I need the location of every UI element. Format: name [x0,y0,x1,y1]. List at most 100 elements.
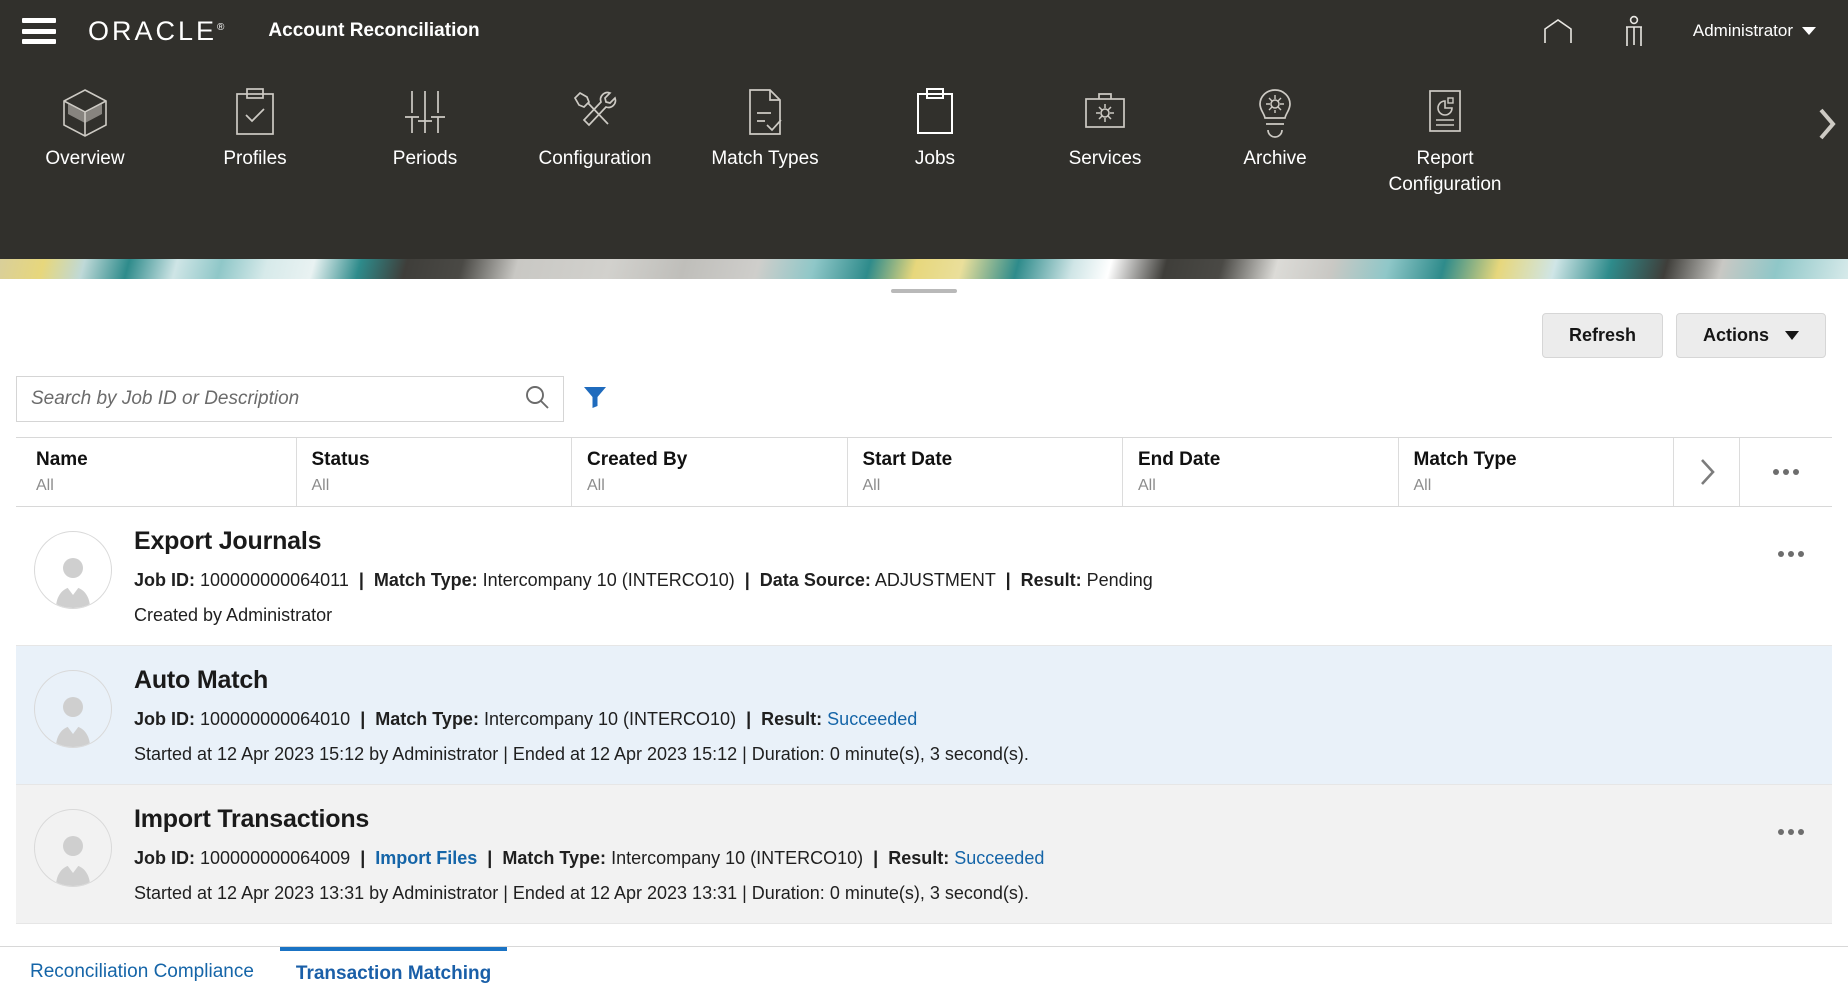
avatar [34,531,112,609]
search-icon[interactable] [523,383,551,416]
nav-label: Periods [392,148,458,169]
bottom-tab-bar: Reconciliation Compliance Transaction Ma… [0,946,1848,996]
nav-item-configuration[interactable]: Configuration [510,80,680,172]
job-info: Import Transactions Job ID: 100000000064… [134,803,1832,905]
tab-transaction-matching[interactable]: Transaction Matching [279,946,508,996]
row-overflow-menu-icon[interactable] [1778,551,1804,557]
column-filter-value[interactable]: All [312,477,572,495]
accessibility-person-icon[interactable] [1617,14,1651,48]
match-type-label: Match Type: [502,848,607,868]
data-source-label: Data Source: [759,570,871,590]
decorative-banner-strip [0,259,1848,279]
job-id-value: 100000000064011 [200,570,349,590]
nav-next-chevron-right-icon[interactable] [1814,104,1840,149]
job-sub: Started at 12 Apr 2023 13:31 by Administ… [134,883,1029,903]
nav-label: Profiles [223,148,287,169]
match-type-label: Match Type: [373,570,478,590]
chevron-down-icon [1802,27,1816,35]
job-row[interactable]: Export Journals Job ID: 100000000064011 … [16,507,1832,646]
column-label: Created By [587,449,688,470]
nav-label: Match Types [711,148,819,169]
column-header-status[interactable]: Status All [297,438,572,506]
meta-separator: | [355,709,371,729]
caret-down-icon [1785,330,1799,340]
actions-label: Actions [1702,324,1769,345]
search-row [0,365,1848,427]
filter-funnel-icon[interactable] [582,384,608,415]
column-filter-value[interactable]: All [1138,477,1398,495]
meta-separator: | [739,570,755,590]
result-value-link[interactable]: Succeeded [827,709,917,729]
match-type-value: Intercompany 10 (INTERCO10) [611,848,864,868]
job-sub: Started at 12 Apr 2023 15:12 by Administ… [134,744,1029,764]
column-header-end-date[interactable]: End Date All [1123,438,1399,506]
search-input[interactable] [31,388,523,410]
result-label: Result: [1020,570,1082,590]
column-header-start-date[interactable]: Start Date All [848,438,1123,506]
oracle-logo: ORACLE [88,16,224,47]
column-header-created-by[interactable]: Created By All [572,438,848,506]
job-name: Export Journals [134,527,322,555]
column-header-match-type[interactable]: Match Type All [1399,438,1674,506]
column-label: Start Date [862,449,953,470]
row-overflow-menu-icon[interactable] [1778,829,1804,835]
job-row[interactable]: Import Transactions Job ID: 100000000064… [16,785,1832,924]
user-menu[interactable]: Administrator [1693,21,1816,41]
avatar [34,670,112,748]
job-name: Auto Match [134,666,269,694]
nav-item-periods[interactable]: Periods [340,80,510,172]
match-type-value: Intercompany 10 (INTERCO10) [482,570,735,590]
columns-expand-chevron-right-icon[interactable] [1674,438,1740,506]
column-filter-value[interactable]: All [863,477,1123,495]
column-header-name[interactable]: Name All [16,438,297,506]
nav-label: Archive [1243,148,1307,169]
job-info: Auto Match Job ID: 100000000064010 | Mat… [134,664,1832,766]
table-overflow-menu-icon[interactable] [1740,438,1832,506]
nav-item-match-types[interactable]: Match Types [680,80,850,172]
job-id-label: Job ID: [134,570,195,590]
nav-item-overview[interactable]: Overview [0,80,170,172]
primary-navigation: Overview Profiles Periods Configuration … [0,62,1848,259]
result-value-link[interactable]: Succeeded [954,848,1044,868]
refresh-button[interactable]: Refresh [1541,312,1663,358]
nav-item-jobs[interactable]: Jobs [850,80,1020,172]
result-value: Pending [1086,570,1153,590]
column-filter-value[interactable]: All [36,477,296,495]
jobs-table-header: Name All Status All Created By All Start… [16,437,1832,507]
column-filter-value[interactable]: All [587,477,847,495]
job-meta: Job ID: 100000000064010 | Match Type: In… [134,707,1832,731]
actions-button[interactable]: Actions [1675,312,1826,358]
meta-separator: | [482,848,498,868]
job-id-value: 100000000064009 [200,848,351,868]
tools-icon [570,80,620,146]
import-files-link[interactable]: Import Files [375,848,477,868]
job-row[interactable]: Auto Match Job ID: 100000000064010 | Mat… [16,646,1832,785]
column-filter-value[interactable]: All [1414,477,1674,495]
refresh-label: Refresh [1568,324,1636,345]
tab-label: Reconciliation Compliance [30,961,254,982]
briefcase-gear-icon [1081,80,1129,146]
nav-label: Jobs [914,148,956,169]
job-meta: Job ID: 100000000064009 | Import Files |… [134,846,1832,870]
home-icon[interactable] [1541,14,1575,48]
global-header: ORACLE Account Reconciliation Administra… [0,0,1848,62]
document-check-icon [742,80,788,146]
match-type-value: Intercompany 10 (INTERCO10) [483,709,737,729]
nav-label: Configuration [538,148,652,169]
search-box[interactable] [16,376,564,422]
clipboard-icon [912,80,958,146]
sliders-icon [402,80,448,146]
nav-item-profiles[interactable]: Profiles [170,80,340,172]
nav-item-services[interactable]: Services [1020,80,1190,172]
jobs-list: Export Journals Job ID: 100000000064011 … [16,507,1832,924]
data-source-value: ADJUSTMENT [874,570,996,590]
nav-label: Overview [45,148,125,169]
tab-reconciliation-compliance[interactable]: Reconciliation Compliance [14,947,270,996]
tab-label: Transaction Matching [295,962,492,984]
nav-item-report-configuration[interactable]: Report Configuration [1360,80,1530,198]
column-label: End Date [1138,449,1221,470]
result-label: Result: [888,848,950,868]
nav-item-archive[interactable]: Archive [1190,80,1360,172]
hamburger-menu-icon[interactable] [22,18,56,44]
panel-drag-handle[interactable] [891,289,957,293]
